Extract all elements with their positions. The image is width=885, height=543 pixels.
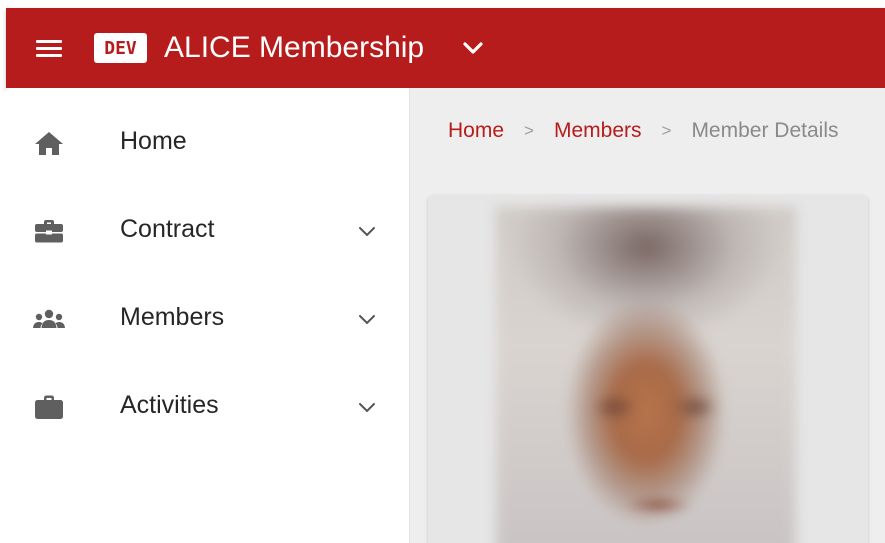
app-title[interactable]: ALICE Membership [164,28,424,68]
sidebar-item-home[interactable]: Home [6,96,410,184]
sidebar-item-label: Contract [120,215,215,243]
member-photo [496,207,796,543]
sidebar-item-members[interactable]: Members [6,272,410,360]
breadcrumb-separator: > [661,121,672,140]
chevron-down-icon[interactable] [356,398,378,416]
sidebar: Home Contract Members Activities [6,88,410,543]
members-icon [32,306,66,332]
home-icon [32,130,66,156]
sidebar-item-label: Members [120,303,225,331]
member-photo-detail [580,390,730,424]
app-bar: DEV ALICE Membership [6,8,885,88]
breadcrumb: Home > Members > Member Details [448,118,838,144]
breadcrumb-current: Member Details [691,119,839,142]
breadcrumb-members[interactable]: Members [554,119,642,143]
member-photo-card [428,195,868,543]
chevron-down-icon[interactable] [461,38,485,58]
sidebar-item-activities[interactable]: Activities [6,360,410,448]
breadcrumb-separator: > [524,121,534,140]
sidebar-item-label: Activities [120,391,219,419]
main-content: Home > Members > Member Details [410,88,885,543]
sidebar-item-contract[interactable]: Contract [6,184,410,272]
window-top-edge [0,0,885,8]
environment-badge: DEV [94,33,147,63]
breadcrumb-home[interactable]: Home [448,119,504,143]
chevron-down-icon[interactable] [356,310,378,328]
contract-icon [32,218,66,244]
member-photo-detail [618,495,698,515]
hamburger-menu-icon[interactable] [36,38,62,58]
chevron-down-icon[interactable] [356,222,378,240]
activities-icon [32,394,66,420]
sidebar-item-label: Home [120,127,187,155]
